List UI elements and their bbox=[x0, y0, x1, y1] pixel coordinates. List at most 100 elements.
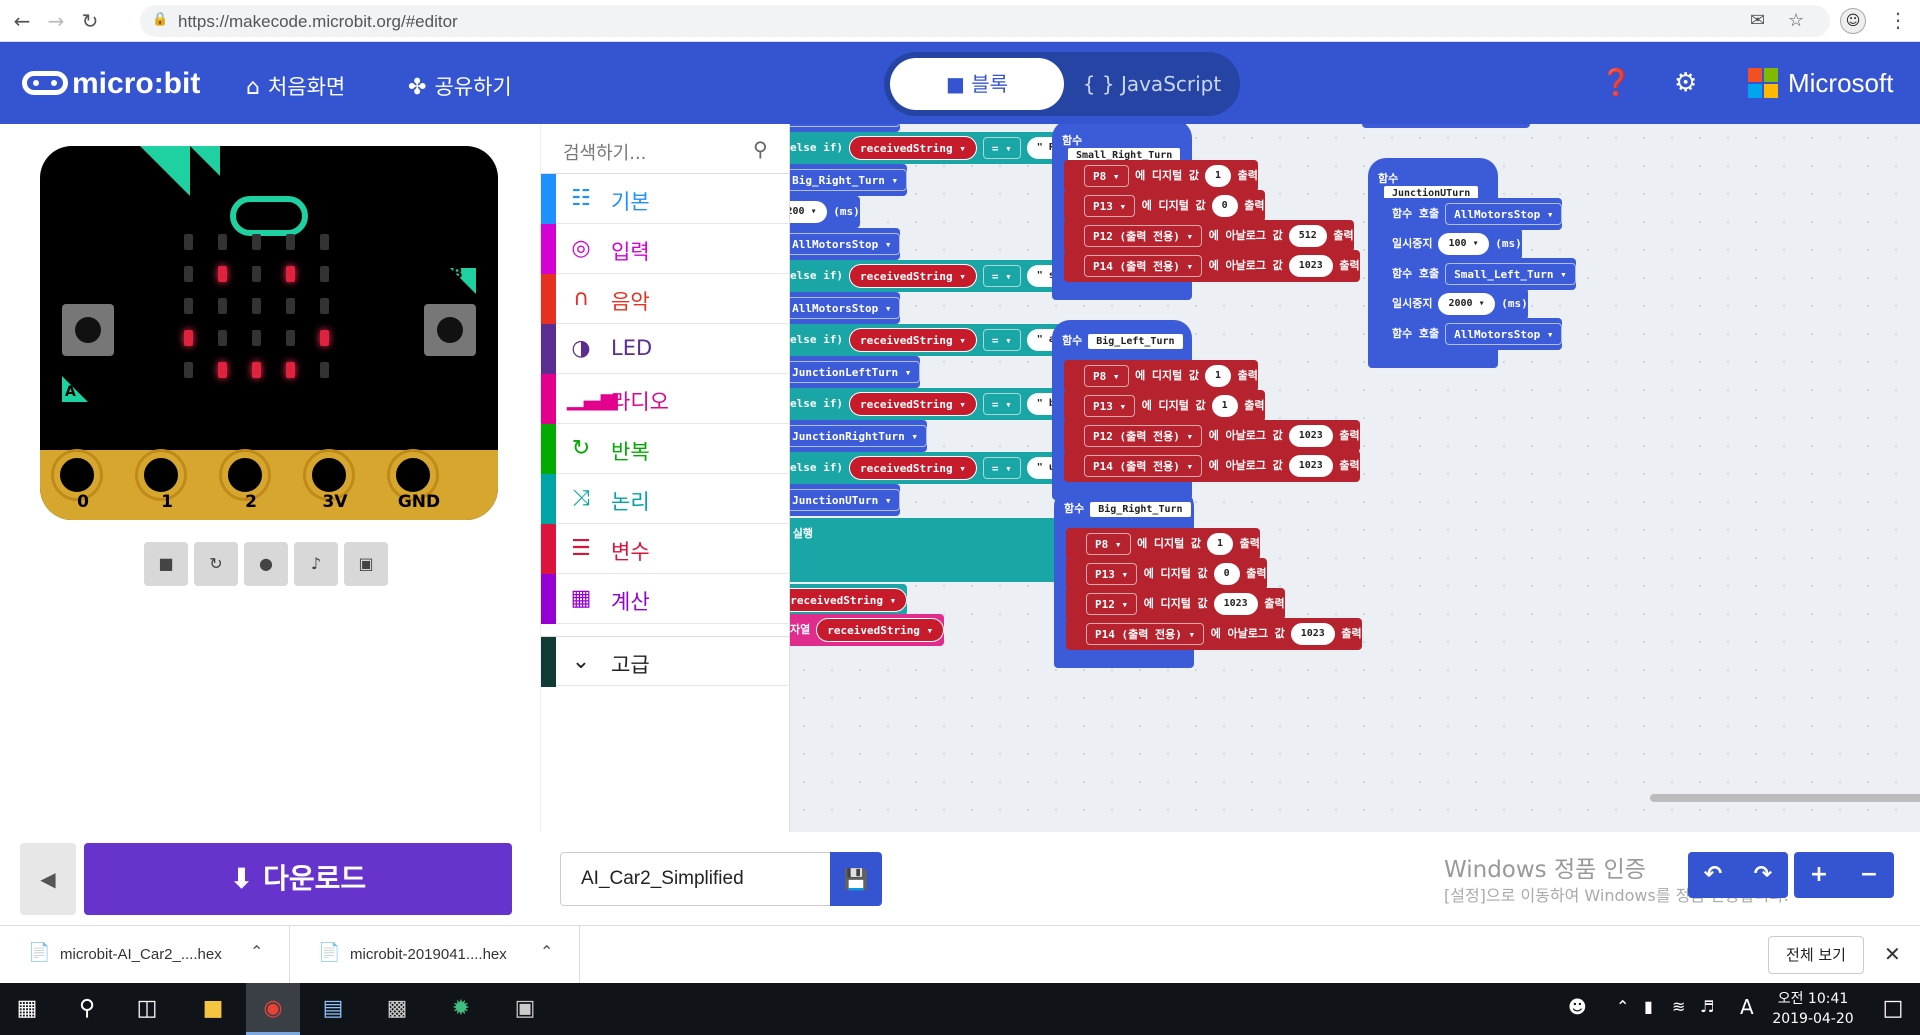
call-function-block[interactable]: 함수 호출Big_Right_Turn ▾ bbox=[790, 164, 908, 196]
collapse-simulator-button[interactable]: ◀ bbox=[20, 843, 76, 915]
pin-value[interactable]: 1 bbox=[1204, 365, 1232, 387]
translate-icon[interactable]: ✉ bbox=[1750, 10, 1765, 31]
zoom-out-button[interactable]: − bbox=[1844, 852, 1894, 898]
terminal-icon[interactable]: ▣ bbox=[498, 983, 552, 1035]
pin-write-block[interactable]: P12 (출력 전용) ▾ 에 아날로그 값 512 출력 bbox=[1064, 220, 1354, 252]
task-view-icon[interactable]: ◫ bbox=[120, 983, 174, 1035]
profile-avatar[interactable]: ☺ bbox=[1840, 8, 1866, 34]
compare-dropdown[interactable]: = ▾ bbox=[982, 137, 1021, 159]
address-bar[interactable]: 🔒 https://makecode.microbit.org/#editor … bbox=[140, 5, 1830, 37]
ime-indicator[interactable]: A bbox=[1740, 995, 1754, 1019]
pin-value[interactable]: 1023 bbox=[1290, 623, 1335, 645]
forward-icon[interactable]: → bbox=[44, 9, 68, 33]
category-calculator[interactable]: ▦ 계산 bbox=[541, 574, 791, 624]
compare-dropdown[interactable]: = ▾ bbox=[982, 329, 1021, 351]
button-b[interactable] bbox=[424, 304, 476, 356]
function-dropdown[interactable]: JunctionRightTurn ▾ bbox=[790, 425, 927, 447]
compare-dropdown[interactable]: = ▾ bbox=[982, 457, 1021, 479]
pin-write-block[interactable]: P13 ▾ 에 디지털 값 0 출력 bbox=[1066, 558, 1267, 590]
else-block[interactable]: 아니면(else) 실행 bbox=[790, 518, 1062, 550]
people-icon[interactable]: ☻ bbox=[1568, 997, 1587, 1018]
pin-dropdown[interactable]: P8 ▾ bbox=[1084, 365, 1129, 387]
call-function-block[interactable]: 함수 호출JunctionLeftTurn ▾ bbox=[790, 356, 921, 388]
call-function-block[interactable]: 함수 호출AllMotorsStop ▾ bbox=[1378, 198, 1563, 230]
pause-value[interactable]: 2000 ▾ bbox=[1438, 293, 1495, 315]
browser-menu-icon[interactable]: ⋮ bbox=[1888, 8, 1908, 32]
pin-dropdown[interactable]: P13 ▾ bbox=[1086, 563, 1138, 585]
download-item[interactable]: 📄 microbit-AI_Car2_....hex ⌃ bbox=[0, 926, 290, 984]
windows-start-icon[interactable]: ▦ bbox=[0, 983, 54, 1035]
function-dropdown[interactable]: JunctionUTurn ▾ bbox=[790, 489, 901, 511]
call-function-block[interactable]: 함수 호출JunctionUTurn ▾ bbox=[790, 484, 901, 516]
call-function-block[interactable]: 함수 호출AllMotorsStop ▾ bbox=[1378, 318, 1563, 350]
tab-javascript[interactable]: { } JavaScript bbox=[1070, 58, 1234, 110]
clock[interactable]: 오전 10:41 2019-04-20 bbox=[1768, 989, 1858, 1029]
restart-icon[interactable]: ↻ bbox=[194, 542, 238, 586]
pin-dropdown[interactable]: P8 ▾ bbox=[1084, 165, 1129, 187]
battery-icon[interactable]: ▮ bbox=[1644, 997, 1653, 1016]
close-icon[interactable]: ✕ bbox=[1884, 942, 1901, 966]
gear-icon[interactable]: ⚙ bbox=[1674, 68, 1697, 98]
pin-value[interactable]: 1023 bbox=[1288, 455, 1333, 477]
pause-block[interactable]: 일시중지 2000 ▾ (ms) bbox=[1378, 288, 1528, 320]
pause-value[interactable]: 100 ▾ bbox=[1438, 233, 1489, 255]
call-function-block[interactable]: 함수 호출AllMotorsStop ▾ bbox=[790, 228, 901, 260]
pin-dropdown[interactable]: P12 (출력 전용) ▾ bbox=[1084, 225, 1203, 247]
function-name[interactable]: Big_Right_Turn bbox=[1090, 502, 1191, 517]
download-button[interactable]: ⬇ 다운로드 bbox=[84, 843, 512, 915]
call-function-block[interactable]: 함수 호출AllMotorsStop ▾ bbox=[790, 292, 901, 324]
block-workspace[interactable]: 함수 호출 AllMotorsStop ▾ 아니면서 만약(else if) rece… bbox=[790, 124, 1920, 832]
undo-button[interactable]: ↶ bbox=[1688, 852, 1738, 898]
search-icon[interactable]: ⚲ bbox=[60, 983, 114, 1035]
bookmark-star-icon[interactable]: ☆ bbox=[1788, 10, 1804, 31]
button-a[interactable] bbox=[62, 304, 114, 356]
category-signal[interactable]: ▁▃▅ 라디오 bbox=[541, 374, 791, 424]
function-dropdown[interactable]: Small_Left_Turn ▾ bbox=[1445, 263, 1576, 285]
pin-dropdown[interactable]: P12 ▾ bbox=[1086, 593, 1138, 615]
wifi-icon[interactable]: ≋ bbox=[1672, 997, 1685, 1016]
slowmo-icon[interactable]: ● bbox=[244, 542, 288, 586]
search-input[interactable]: 검색하기... bbox=[563, 139, 646, 165]
pause-block[interactable]: 일시중지200 ▾ (ms) bbox=[790, 196, 860, 228]
variable-pill[interactable]: receivedString ▾ bbox=[848, 328, 977, 352]
download-item[interactable]: 📄 microbit-2019041....hex ⌃ bbox=[290, 926, 580, 984]
pin-dropdown[interactable]: P14 (출력 전용) ▾ bbox=[1084, 455, 1203, 477]
serial-write-block[interactable]: 문자열 출력receivedString ▾ bbox=[790, 584, 908, 616]
pin-value[interactable]: 1 bbox=[1206, 533, 1234, 555]
category-shuffle[interactable]: ⤨ 논리 bbox=[541, 474, 791, 524]
category-headphones[interactable]: ∩ 음악 bbox=[541, 274, 791, 324]
app-icon[interactable]: ▩ bbox=[370, 983, 424, 1035]
fullscreen-icon[interactable]: ▣ bbox=[344, 542, 388, 586]
pin-write-block[interactable]: P14 (출력 전용) ▾ 에 아날로그 값 1023 출력 bbox=[1066, 618, 1362, 650]
call-function-block[interactable]: 함수 호출JunctionRightTurn ▾ bbox=[790, 420, 927, 452]
notepad-icon[interactable]: ▤ bbox=[306, 983, 360, 1035]
share-button[interactable]: ✤ 공유하기 bbox=[408, 71, 512, 101]
function-dropdown[interactable]: JunctionLeftTurn ▾ bbox=[790, 361, 921, 383]
atom-icon[interactable]: ✹ bbox=[434, 983, 488, 1035]
pause-block[interactable]: 일시중지 100 ▾ (ms) bbox=[1378, 228, 1522, 260]
pause-value[interactable]: 200 ▾ bbox=[790, 201, 827, 223]
home-button[interactable]: ⌂ 처음화면 bbox=[246, 71, 345, 101]
function-dropdown[interactable]: AllMotorsStop ▾ bbox=[1445, 323, 1563, 345]
search-box[interactable]: 검색하기... ⚲ bbox=[541, 124, 791, 174]
url-text[interactable]: https://makecode.microbit.org/#editor bbox=[178, 12, 458, 32]
category-advanced[interactable]: ⌄ 고급 bbox=[541, 636, 791, 687]
category-target[interactable]: ◎ 입력 bbox=[541, 224, 791, 274]
pin-value[interactable]: 1 bbox=[1204, 165, 1232, 187]
chevron-up-icon[interactable]: ⌃ bbox=[1616, 997, 1629, 1016]
variable-pill[interactable]: receivedString ▾ bbox=[790, 588, 908, 612]
function-dropdown[interactable]: AllMotorsStop ▾ bbox=[790, 233, 901, 255]
microbit-logo[interactable]: micro:bit bbox=[22, 67, 200, 101]
category-grid[interactable]: ☷ 기본 bbox=[541, 174, 791, 224]
redo-button[interactable]: ↷ bbox=[1738, 852, 1788, 898]
stop-icon[interactable]: ■ bbox=[144, 542, 188, 586]
function-dropdown[interactable]: AllMotorsStop ▾ bbox=[790, 297, 901, 319]
variable-pill[interactable]: receivedString ▾ bbox=[848, 264, 977, 288]
pin-dropdown[interactable]: P14 (출력 전용) ▾ bbox=[1086, 623, 1205, 645]
pin-write-block[interactable]: P8 ▾ 에 디지털 값 1 출력 bbox=[1064, 360, 1258, 392]
volume-icon[interactable]: ♬ bbox=[1700, 997, 1714, 1016]
function-dropdown[interactable]: AllMotorsStop ▾ bbox=[790, 124, 901, 127]
radio-send-block[interactable]: 라디오 전송:문자열 receivedString ▾ bbox=[790, 614, 945, 646]
pin-dropdown[interactable]: P13 ▾ bbox=[1084, 395, 1136, 417]
zoom-in-button[interactable]: + bbox=[1794, 852, 1844, 898]
